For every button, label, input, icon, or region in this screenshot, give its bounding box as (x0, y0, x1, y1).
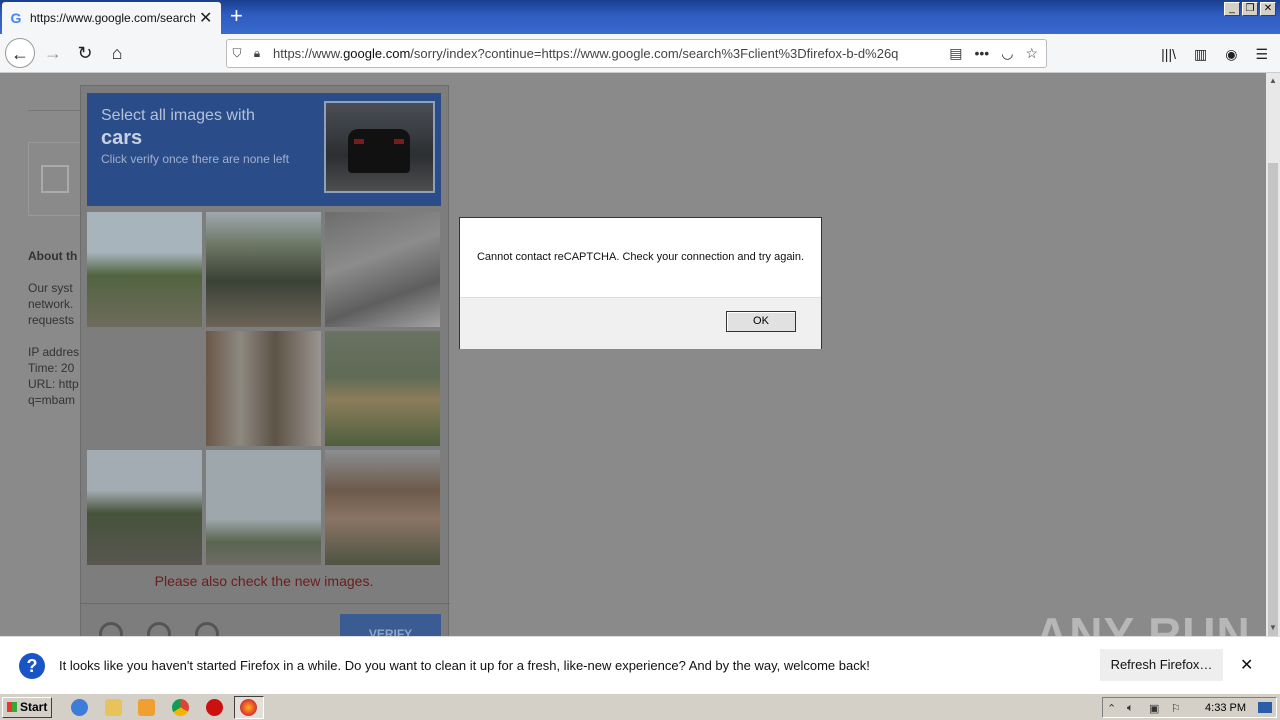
taskbar: Start ⌃ 🔈︎ ▣ ⚐ 4:33 PM (0, 693, 1280, 720)
page-content: About th Our syst network. requests IP a… (0, 73, 1266, 636)
volume-icon[interactable]: 🔈︎ (1127, 702, 1134, 715)
info-icon[interactable] (195, 622, 219, 636)
window-controls: _ ❐ ✕ (1224, 2, 1276, 16)
divider (28, 110, 83, 111)
info-line: Time: 20 (28, 361, 75, 375)
opera-icon[interactable] (206, 699, 223, 716)
notification-bar: ? It looks like you haven't started Fire… (0, 636, 1280, 693)
active-tab[interactable]: G https://www.google.com/search?c ✕ (2, 2, 221, 34)
verify-button[interactable]: VERIFY (340, 614, 441, 636)
url-text[interactable]: https://www.google.com/sorry/index?conti… (273, 46, 903, 61)
reload-button[interactable]: ↻ (70, 38, 100, 68)
reader-view-icon[interactable]: ▤ (949, 45, 962, 62)
page-actions-icon[interactable]: ••• (975, 45, 990, 62)
tab-title: https://www.google.com/search?c (30, 11, 195, 25)
close-notification-icon[interactable]: ✕ (1240, 655, 1253, 675)
also-check-notice: Please also check the new images. (154, 573, 374, 589)
scroll-down-icon[interactable]: ▼ (1267, 622, 1279, 634)
library-icon[interactable]: |||\ (1161, 46, 1176, 63)
scroll-up-icon[interactable]: ▲ (1267, 75, 1279, 87)
captcha-tile[interactable] (87, 450, 202, 565)
show-desktop-icon[interactable] (1258, 702, 1272, 713)
action-center-flag-icon[interactable]: ⚐ (1171, 702, 1181, 715)
captcha-tile[interactable] (325, 450, 440, 565)
captcha-tile[interactable] (87, 212, 202, 327)
captcha-tile[interactable] (325, 212, 440, 327)
bookmark-star-icon[interactable]: ☆ (1025, 45, 1038, 62)
account-icon[interactable]: ◉ (1225, 46, 1237, 63)
network-icon[interactable]: ▣ (1149, 702, 1159, 715)
back-button[interactable]: ← (5, 38, 35, 68)
close-tab-icon[interactable]: ✕ (199, 8, 212, 28)
about-heading: About th (28, 249, 78, 263)
clock[interactable]: 4:33 PM (1205, 702, 1246, 714)
home-button[interactable]: ⌂ (102, 38, 132, 68)
captcha-tile[interactable] (325, 331, 440, 446)
pocket-icon[interactable]: ◡ (1001, 45, 1013, 62)
minimize-button[interactable]: _ (1224, 2, 1240, 16)
start-button[interactable]: Start (2, 697, 52, 718)
para-line: network. (28, 297, 74, 311)
captcha-header: Select all images with cars Click verify… (87, 93, 441, 206)
lock-icon[interactable]: 🔒︎ (247, 46, 267, 61)
notification-message: It looks like you haven't started Firefo… (59, 658, 870, 673)
show-hidden-icons-icon[interactable]: ⌃ (1107, 702, 1116, 715)
vertical-scrollbar[interactable]: ▲ ▼ (1266, 73, 1280, 663)
google-favicon-icon: G (10, 10, 22, 26)
background-page: About th Our syst network. requests IP a… (0, 73, 88, 636)
system-tray: ⌃ 🔈︎ ▣ ⚐ 4:33 PM (1102, 697, 1277, 718)
refresh-firefox-button[interactable]: Refresh Firefox… (1100, 649, 1223, 681)
close-window-button[interactable]: ✕ (1260, 2, 1276, 16)
captcha-tile[interactable] (206, 212, 321, 327)
captcha-challenge: Select all images with cars Click verify… (80, 85, 450, 636)
info-line: q=mbam (28, 393, 76, 407)
captcha-tile[interactable] (206, 450, 321, 565)
captcha-tile[interactable] (206, 331, 321, 446)
new-tab-button[interactable]: + (230, 4, 243, 28)
explorer-icon[interactable] (105, 699, 122, 716)
question-icon: ? (19, 653, 45, 679)
tab-strip: G https://www.google.com/search?c ✕ + _ … (0, 0, 1280, 34)
chrome-icon[interactable] (172, 699, 189, 716)
sidebar-icon[interactable]: ▥ (1194, 46, 1207, 63)
para-line: requests (28, 313, 75, 327)
start-label: Start (20, 700, 48, 714)
reload-challenge-icon[interactable] (99, 622, 123, 636)
recaptcha-checkbox[interactable] (41, 165, 69, 193)
forward-button[interactable]: → (38, 38, 68, 68)
captcha-footer: VERIFY (81, 603, 450, 636)
para-line: Our syst (28, 281, 73, 295)
firefox-icon (240, 699, 257, 716)
scrollbar-thumb[interactable] (1268, 163, 1278, 663)
navigation-toolbar: ← → ↻ ⌂ ⛉ 🔒︎ https://www.google.com/sorr… (0, 34, 1280, 73)
ok-button[interactable]: OK (726, 311, 796, 332)
dialog-footer: OK (460, 297, 821, 349)
alert-dialog: Cannot contact reCAPTCHA. Check your con… (459, 217, 822, 349)
info-line: URL: http (28, 377, 79, 391)
shield-icon[interactable]: ⛉ (227, 46, 247, 61)
sample-car-image (324, 101, 435, 193)
ie-icon[interactable] (71, 699, 88, 716)
firefox-taskbar-button[interactable] (234, 696, 264, 719)
dialog-message: Cannot contact reCAPTCHA. Check your con… (476, 251, 805, 263)
restore-button[interactable]: ❐ (1242, 2, 1258, 16)
url-bar[interactable]: ⛉ 🔒︎ https://www.google.com/sorry/index?… (226, 39, 1047, 68)
media-player-icon[interactable] (138, 699, 155, 716)
audio-challenge-icon[interactable] (147, 622, 171, 636)
info-line: IP addres (28, 345, 80, 359)
captcha-image-grid (87, 212, 441, 566)
windows-logo-icon (7, 702, 17, 712)
menu-icon[interactable]: ☰ (1255, 46, 1268, 63)
